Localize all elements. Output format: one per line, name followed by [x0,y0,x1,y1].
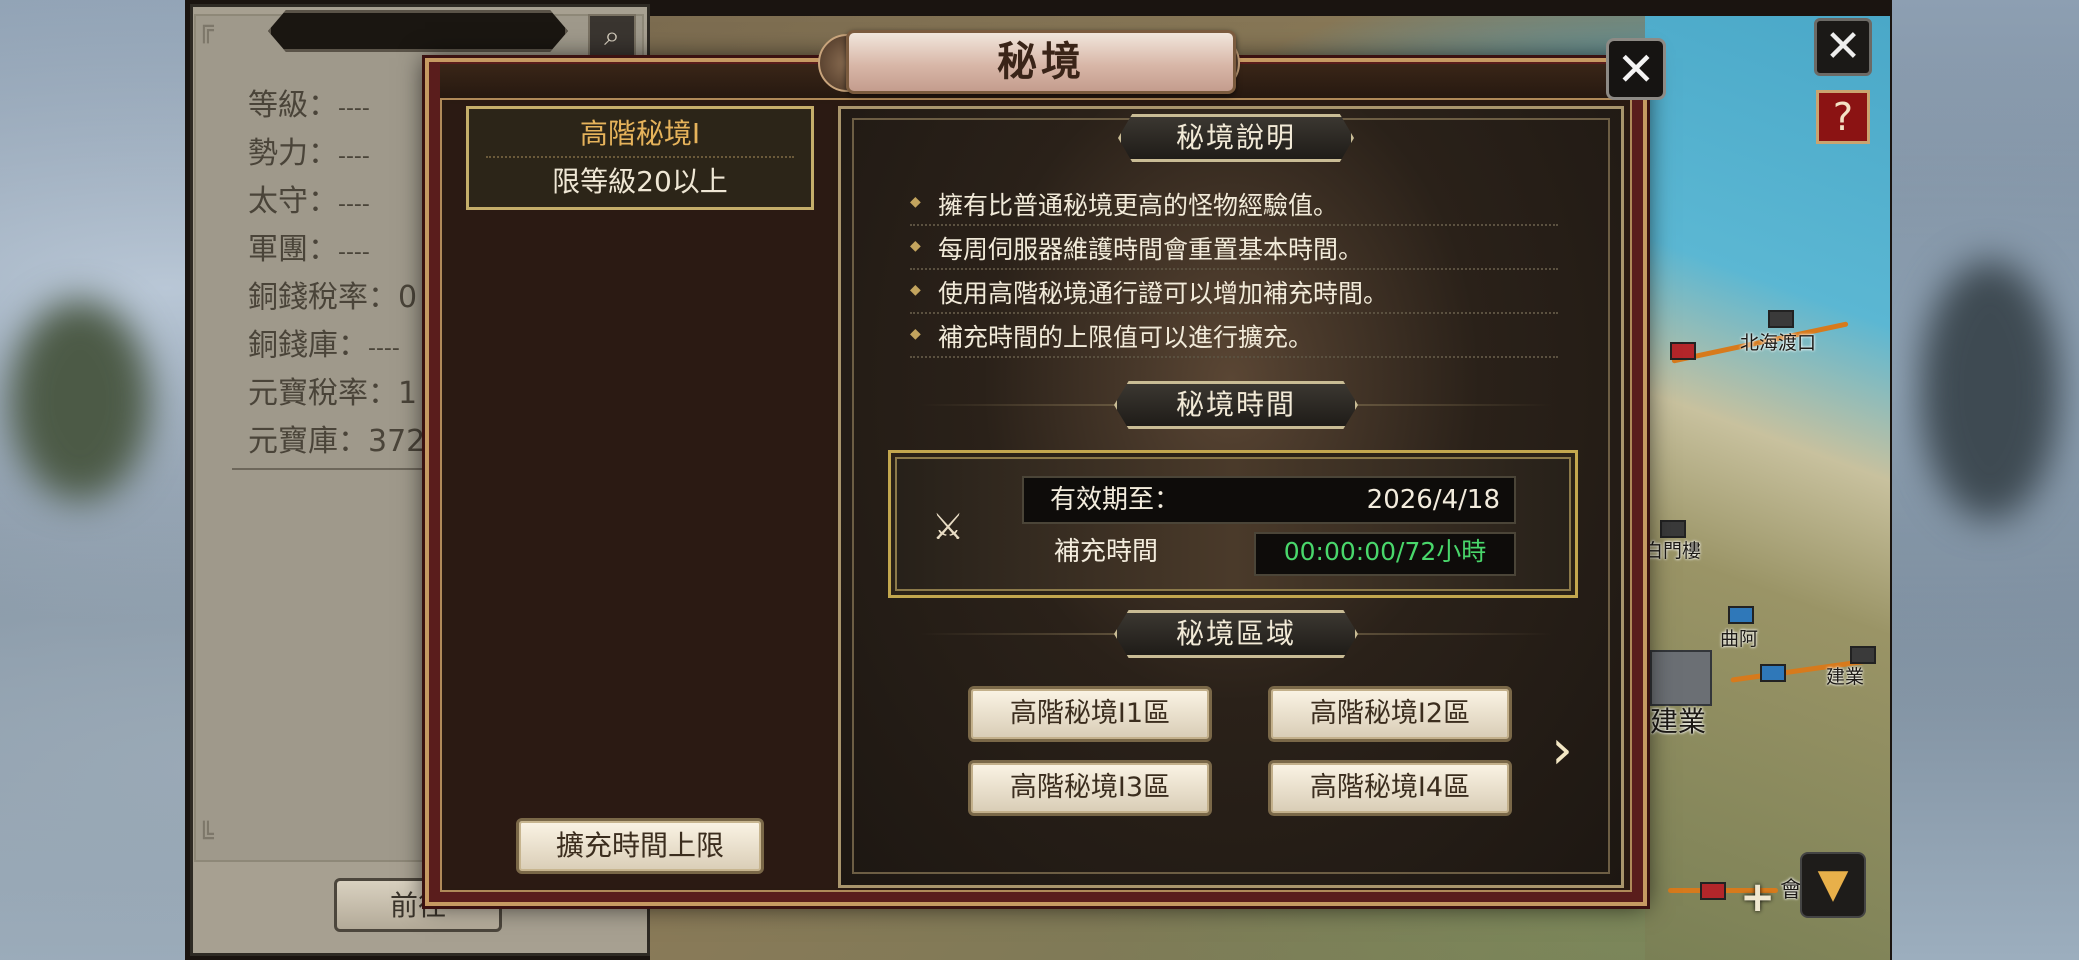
info-row-label: 太守： [248,184,338,219]
corner-ornament-icon: ╔ [198,14,214,44]
divider [910,312,1558,314]
map-label: 北海渡口 [1740,332,1817,354]
description-bullet: 使用高階秘境通行證可以增加補充時間。 [910,274,1530,310]
search-icon[interactable]: ⌕ [588,14,636,58]
section-header-zone: 秘境區域 [1175,617,1296,650]
background-blob [1920,260,2060,520]
info-row-copper-tax: 銅錢稅率：0 [248,272,417,316]
expand-time-limit-button[interactable]: 擴充時間上限 [516,818,764,874]
divider [910,224,1558,226]
crossed-swords-icon: ⚔ [931,507,965,548]
description-bullet: 每周伺服器維護時間會重置基本時間。 [910,230,1530,266]
divider [910,268,1558,270]
section-header-time: 秘境時間 [1175,388,1296,421]
info-row-label: 銅錢稅率： [248,280,398,315]
corner-ornament-icon: ╚ [198,822,214,852]
plus-icon[interactable]: + [1740,872,1775,921]
map-city-marker[interactable] [1760,664,1786,682]
map-label: 建業 [1826,666,1865,688]
description-bullet-text: 擁有比普通秘境更高的怪物經驗值。 [938,191,1339,220]
zone-button-1[interactable]: 高階秘境I1區 [968,686,1212,742]
map-city-marker[interactable] [1700,882,1726,900]
map-city-marker[interactable] [1670,342,1696,360]
info-row-label: 銅錢庫： [248,328,368,363]
info-row-label: 軍團： [248,232,338,267]
zone-button-2[interactable]: 高階秘境I2區 [1268,686,1512,742]
map-label: 曲阿 [1720,628,1759,650]
zone-button-4[interactable]: 高階秘境I4區 [1268,760,1512,816]
expire-label: 有效期至： [1050,485,1181,515]
info-row-value: ---- [338,96,370,121]
info-row-faction: 勢力：---- [248,128,370,172]
description-bullet: 補充時間的上限值可以進行擴充。 [910,318,1530,354]
section-header-description: 秘境說明 [1175,121,1296,154]
info-row-label: 元寶稅率： [248,376,398,411]
map-city-marker[interactable] [1728,606,1754,624]
info-row-label: 元寶庫： [248,424,368,459]
realm-list [450,104,832,888]
divider [486,156,794,158]
supply-time-label: 補充時間 [1054,537,1159,567]
map-label: 會 [1780,878,1803,903]
zone-button-3[interactable]: 高階秘境I3區 [968,760,1212,816]
info-row-legion: 軍團：---- [248,224,370,268]
info-row-ingot-tax: 元寶稅率：1 [248,368,417,412]
info-row-governor: 太守：---- [248,176,370,220]
realm-list-item-requirement: 限等級20以上 [552,165,728,198]
divider [910,356,1558,358]
info-row-value: ---- [338,192,370,217]
info-row-value: ---- [368,336,400,361]
realm-list-item-title: 高階秘境I [579,117,701,150]
info-row-value: 1 [398,376,418,411]
info-row-level: 等級：---- [248,80,370,124]
description-bullet: 擁有比普通秘境更高的怪物經驗值。 [910,186,1530,222]
player-icon[interactable]: ▼ [1800,852,1866,918]
close-icon[interactable]: ✕ [1606,38,1666,100]
castle-icon[interactable] [1650,650,1712,706]
info-row-copper-store: 銅錢庫：---- [248,320,400,364]
info-row-value: 0 [398,280,418,315]
map-close-button[interactable]: ✕ [1814,18,1872,76]
info-row-value: ---- [338,240,370,265]
world-map-coast[interactable] [1645,16,1890,960]
description-bullet-text: 每周伺服器維護時間會重置基本時間。 [938,235,1364,264]
description-bullet-text: 補充時間的上限值可以進行擴充。 [938,323,1314,352]
search-input[interactable] [268,10,568,52]
dialog-title: 秘境 [997,39,1085,85]
info-row-label: 勢力： [248,136,338,171]
map-city-marker[interactable] [1768,310,1794,328]
info-row-label: 等級： [248,88,338,123]
description-bullet-text: 使用高階秘境通行證可以增加補充時間。 [938,279,1389,308]
question-icon[interactable]: ? [1816,90,1870,144]
map-label: 建業 [1650,705,1707,738]
info-row-value: 372 [368,424,426,459]
supply-time-value: 00:00:00/72小時 [1283,537,1487,566]
info-row-ingot-store: 元寶庫：372 [248,416,425,460]
info-row-value: ---- [338,144,370,169]
next-page-arrow-icon[interactable]: › [1540,720,1584,780]
map-label: 白門樓 [1644,540,1702,562]
background-blob [10,300,150,500]
